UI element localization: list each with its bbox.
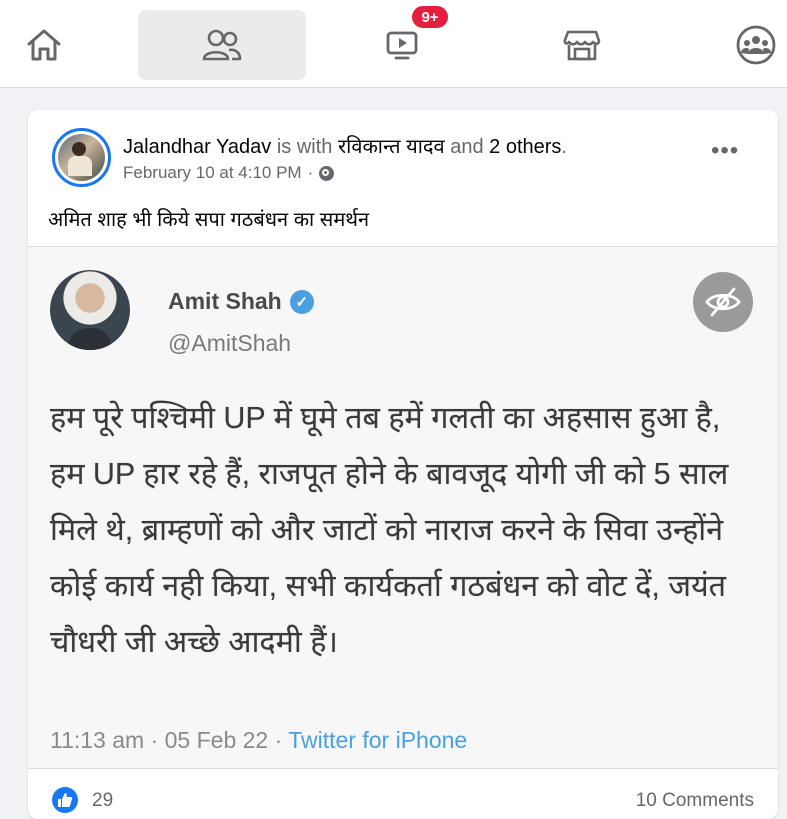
post-footer: 29 10 Comments bbox=[28, 769, 778, 819]
author-name[interactable]: Jalandhar Yadav bbox=[123, 136, 271, 158]
shared-image[interactable]: Amit Shah ✓ @AmitShah हम पूरे पश्चिमी UP… bbox=[28, 246, 778, 769]
nav-friends[interactable] bbox=[138, 10, 306, 80]
post-timestamp[interactable]: February 10 at 4:10 PM bbox=[123, 163, 302, 183]
and-text: and bbox=[450, 136, 484, 158]
reactions-count[interactable]: 29 bbox=[92, 790, 113, 812]
marketplace-icon bbox=[563, 30, 601, 61]
nav-groups[interactable] bbox=[724, 10, 787, 80]
friends-icon bbox=[202, 29, 242, 61]
post-caption: अमित शाह भी किये सपा गठबंधन का समर्थन bbox=[48, 209, 370, 231]
home-icon bbox=[27, 29, 61, 61]
groups-icon bbox=[736, 25, 775, 65]
period: . bbox=[561, 136, 567, 158]
hide-image-button[interactable] bbox=[693, 272, 753, 332]
more-horizontal-icon[interactable]: ••• bbox=[711, 139, 739, 163]
comments-count[interactable]: 10 Comments bbox=[636, 790, 754, 812]
tweet-avatar bbox=[50, 270, 130, 350]
tweet-text: हम पूरे पश्चिमी UP में घूमे तब हमें गलती… bbox=[50, 401, 729, 659]
like-reaction-icon[interactable] bbox=[52, 787, 78, 813]
eye-slash-icon bbox=[705, 287, 741, 317]
top-nav: 9+ bbox=[0, 0, 787, 88]
author-avatar[interactable] bbox=[52, 128, 111, 187]
nav-marketplace[interactable] bbox=[540, 10, 624, 80]
globe-icon bbox=[319, 165, 335, 181]
tweet-author: Amit Shah ✓ bbox=[168, 288, 314, 315]
post-header-line: Jalandhar Yadav is with रविकान्त यादव an… bbox=[123, 132, 567, 159]
nav-home[interactable] bbox=[0, 10, 88, 80]
thumbs-up-icon bbox=[58, 793, 73, 807]
watch-notification-badge: 9+ bbox=[410, 4, 450, 30]
tweet-time: 11:13 am · 05 Feb 22 · bbox=[50, 727, 289, 753]
post-card: Jalandhar Yadav is with रविकान्त यादव an… bbox=[28, 110, 778, 819]
meta-separator: · bbox=[307, 163, 314, 182]
verified-icon: ✓ bbox=[289, 289, 314, 314]
tweet-handle: @AmitShah bbox=[168, 330, 292, 356]
tweet-author-name: Amit Shah bbox=[168, 288, 282, 314]
tweet-source: Twitter for iPhone bbox=[288, 727, 468, 753]
post-meta: February 10 at 4:10 PM · bbox=[123, 163, 335, 183]
tweet-timestamp: 11:13 am · 05 Feb 22 · Twitter for iPhon… bbox=[50, 727, 467, 754]
tagged-user[interactable]: रविकान्त यादव bbox=[338, 136, 445, 158]
watch-icon bbox=[386, 31, 418, 60]
tagged-others[interactable]: 2 others bbox=[489, 136, 561, 158]
with-text: is with bbox=[276, 136, 333, 158]
